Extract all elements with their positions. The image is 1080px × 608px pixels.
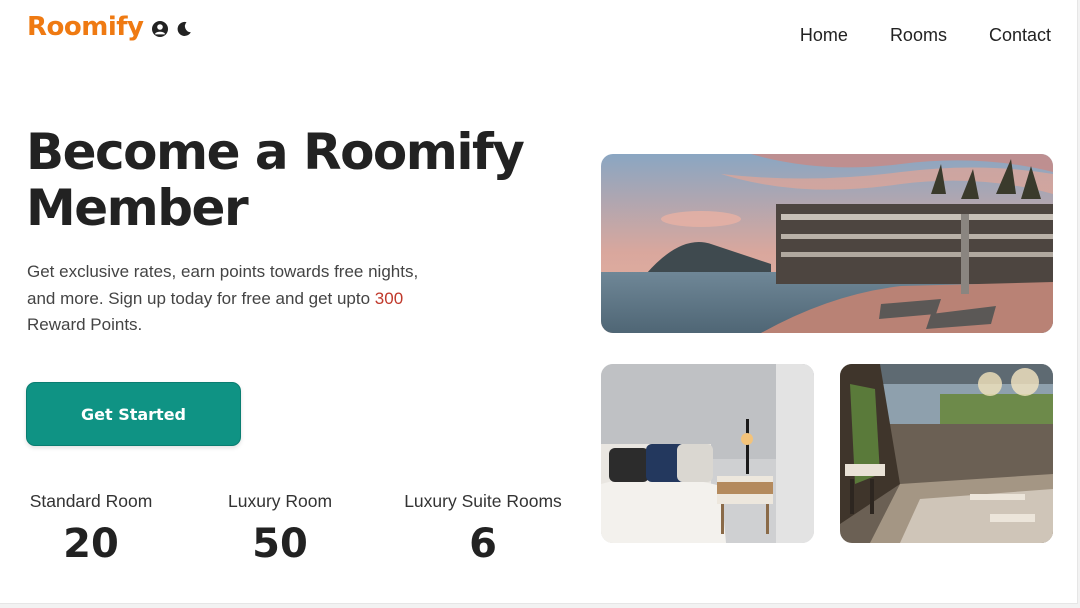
- nav-home[interactable]: Home: [800, 25, 848, 46]
- moon-icon[interactable]: [175, 20, 193, 38]
- bedroom-photo: [601, 364, 814, 543]
- stat-value: 50: [252, 521, 308, 567]
- hero-title-line2: Member: [26, 179, 249, 237]
- hero-desc-tail: Reward Points.: [27, 315, 143, 334]
- page: Roomify Home Rooms Contact Become a Room…: [0, 0, 1078, 604]
- stat-value: 6: [469, 521, 497, 567]
- stat-value: 20: [63, 521, 119, 567]
- main-nav: Home Rooms Contact: [800, 25, 1051, 46]
- stat-label: Luxury Room: [228, 491, 333, 511]
- stat-label: Standard Room: [29, 491, 153, 511]
- nav-contact[interactable]: Contact: [989, 25, 1051, 46]
- stat-label: Luxury Suite Rooms: [404, 491, 562, 511]
- hero-title-line1: Become a Roomify: [26, 123, 525, 181]
- resort-photo: [601, 154, 1053, 333]
- hero-title: Become a Roomify Member: [26, 124, 586, 236]
- stat-luxury-room: Luxury Room 50: [228, 491, 332, 566]
- header-icons: [151, 20, 193, 38]
- stat-standard-room: Standard Room 20: [27, 491, 155, 566]
- brand-logo[interactable]: Roomify: [27, 12, 144, 42]
- stat-luxury-suite-rooms: Luxury Suite Rooms 6: [404, 491, 562, 566]
- nav-rooms[interactable]: Rooms: [890, 25, 947, 46]
- reward-points-value: 300: [374, 288, 404, 308]
- restaurant-photo: [840, 364, 1053, 543]
- hero-description: Get exclusive rates, earn points towards…: [27, 259, 447, 339]
- hero-desc-text: Get exclusive rates, earn points towards…: [27, 262, 419, 308]
- get-started-button[interactable]: Get Started: [26, 382, 241, 446]
- user-circle-icon[interactable]: [151, 20, 169, 38]
